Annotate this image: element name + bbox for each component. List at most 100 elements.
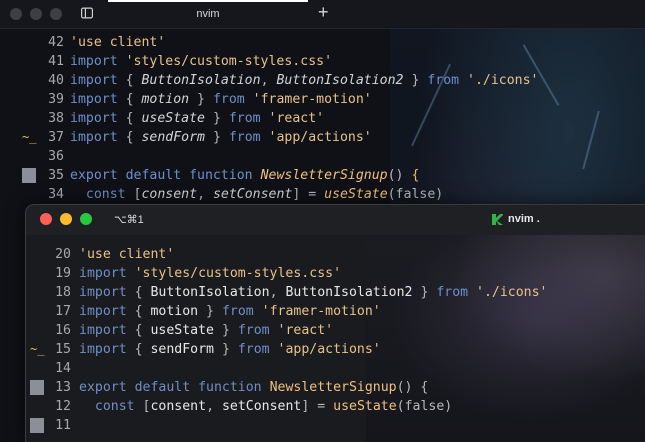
code-token: consent [141, 187, 198, 202]
zoom-button[interactable] [80, 213, 92, 225]
code-token: 'app/actions' [268, 130, 372, 145]
code-token: ] = [292, 187, 325, 202]
close-button[interactable] [10, 8, 22, 20]
code-token: import [70, 92, 126, 107]
code-token: consent [150, 399, 207, 414]
code-token: { [125, 73, 142, 88]
line-number: 34 [48, 187, 64, 202]
code-token: import [79, 285, 135, 300]
code-line[interactable]: ~_ 37 import { sendForm } from 'app/action… [0, 128, 645, 147]
code-token: from [436, 285, 477, 300]
code-text: const [consent, setConsent] = useState(f… [79, 397, 452, 416]
code-token: , [260, 73, 277, 88]
code-token: } [205, 130, 229, 145]
code-token: useState [324, 187, 388, 202]
code-token: 'app/actions' [277, 342, 381, 357]
code-line[interactable]: 35 export default function NewsletterSign… [0, 166, 645, 185]
minimize-button[interactable] [30, 8, 42, 20]
code-line[interactable]: 36 [0, 147, 645, 166]
code-token: { [125, 111, 142, 126]
code-line[interactable]: 16 import { useState } from 'react' [26, 321, 645, 340]
code-line[interactable]: 17 import { motion } from 'framer-motion' [26, 302, 645, 321]
sidebar-icon[interactable] [81, 7, 93, 19]
code-line[interactable]: 38 import { useState } from 'react' [0, 109, 645, 128]
code-token: sendForm [150, 342, 214, 357]
code-line[interactable]: 39 import { motion } from 'framer-motion' [0, 90, 645, 109]
code-token: } [412, 285, 437, 300]
code-token: const [79, 399, 143, 414]
code-text: import { ButtonIsolation, ButtonIsolatio… [70, 71, 539, 90]
code-token: import [70, 73, 126, 88]
line-number: 11 [55, 418, 71, 433]
code-token: export default function [79, 380, 270, 395]
line-number: 39 [48, 92, 64, 107]
code-token: export default function [70, 168, 261, 183]
code-line[interactable]: 14 [26, 359, 645, 378]
code-token: from [221, 304, 262, 319]
code-text: import { useState } from 'react' [70, 109, 324, 128]
code-text: 'use client' [79, 245, 174, 264]
code-line[interactable]: 41 import 'styles/custom-styles.css' [0, 52, 645, 71]
tab-label: nvim [196, 8, 220, 20]
code-line[interactable]: ~_ 15 import { sendForm } from 'app/action… [26, 340, 645, 359]
code-text: import 'styles/custom-styles.css' [70, 52, 332, 71]
code-line[interactable]: 20 'use client' [26, 245, 645, 264]
line-number: 42 [48, 35, 64, 50]
zoom-button[interactable] [50, 8, 62, 20]
code-token: } [214, 323, 238, 338]
code-line[interactable]: 12 const [consent, setConsent] = useStat… [26, 397, 645, 416]
code-token: () [387, 168, 412, 183]
code-token: () { [396, 380, 429, 395]
front-code-editor[interactable]: 20 'use client' 19 import 'styles/custom-st… [26, 245, 645, 435]
code-line[interactable]: 34 const [consent, setConsent] = useStat… [0, 185, 645, 204]
code-token: ButtonIsolation [141, 73, 261, 88]
line-number: 17 [55, 304, 71, 319]
code-line[interactable]: 40 import { ButtonIsolation, ButtonIsolat… [0, 71, 645, 90]
code-token: { [125, 92, 142, 107]
code-token: './icons' [467, 73, 539, 88]
line-number: 18 [55, 285, 71, 300]
front-terminal-window: ⌥⌘1 nvim . 20 'use client' 19 import 'style… [25, 204, 645, 442]
code-token: (false) [387, 187, 444, 202]
back-code-editor[interactable]: 42 'use client' 41 import 'styles/custom-st… [0, 33, 645, 204]
code-token: ButtonIsolation2 [276, 73, 404, 88]
code-token: (false) [396, 399, 453, 414]
line-number: 13 [55, 380, 71, 395]
line-number: 41 [48, 54, 64, 69]
code-line[interactable]: 42 'use client' [0, 33, 645, 52]
plus-icon[interactable]: + [318, 3, 329, 21]
code-token: ButtonIsolation [150, 285, 270, 300]
code-token: 'styles/custom-styles.css' [134, 266, 342, 281]
code-line[interactable]: 11 [26, 416, 645, 435]
code-token: const [70, 187, 134, 202]
tab-nvim[interactable]: nvim [108, 0, 308, 28]
code-token: 'framer-motion' [252, 92, 372, 107]
code-token: , [206, 399, 222, 414]
code-token: { [411, 168, 420, 183]
code-line[interactable]: 13 export default function NewsletterSign… [26, 378, 645, 397]
code-token: 'react' [268, 111, 325, 126]
line-number: 36 [48, 149, 64, 164]
code-text: import 'styles/custom-styles.css' [79, 264, 341, 283]
line-number: 19 [55, 266, 71, 281]
code-token: } [198, 304, 222, 319]
window-title: nvim . [508, 213, 540, 225]
code-token: } [205, 111, 229, 126]
close-button[interactable] [40, 213, 52, 225]
code-line[interactable]: 19 import 'styles/custom-styles.css' [26, 264, 645, 283]
code-token: { [134, 342, 151, 357]
code-text: import { motion } from 'framer-motion' [70, 90, 372, 109]
line-number: 15 [55, 342, 71, 357]
line-number: 12 [55, 399, 71, 414]
code-token: import [70, 111, 126, 126]
code-text: import { useState } from 'react' [79, 321, 333, 340]
code-text: import { sendForm } from 'app/actions' [79, 340, 381, 359]
code-token: { [134, 304, 151, 319]
code-line[interactable]: 18 import { ButtonIsolation, ButtonIsolat… [26, 283, 645, 302]
code-token: NewsletterSignup [260, 168, 388, 183]
minimize-button[interactable] [60, 213, 72, 225]
code-token: 'use client' [79, 247, 175, 262]
line-number: 16 [55, 323, 71, 338]
code-token: motion [150, 304, 199, 319]
line-number: 38 [48, 111, 64, 126]
